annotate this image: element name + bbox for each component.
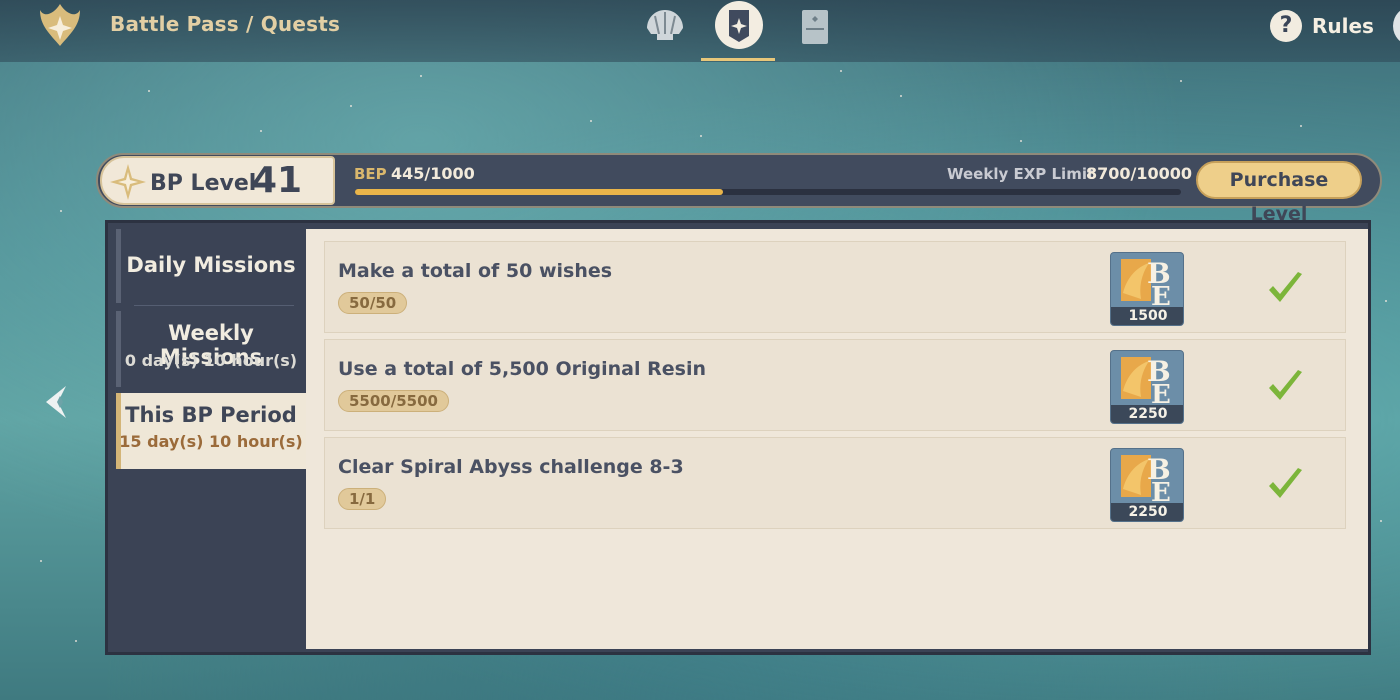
quest-row: Clear Spiral Abyss challenge 8-3 1/1 B E… (324, 437, 1346, 529)
purchase-level-button[interactable]: Purchase Level (1196, 161, 1362, 225)
reward-amount: 2250 (1111, 405, 1183, 423)
quest-title: Clear Spiral Abyss challenge 8-3 (338, 456, 684, 478)
tab-bp-period-timer: 15 day(s) 10 hour(s) (119, 432, 303, 451)
bp-exp-reward[interactable]: B E 1500 (1110, 252, 1184, 326)
battle-pass-emblem-icon (40, 4, 80, 46)
bp-header: BP Level 41 BEP 445/1000 Weekly EXP Limi… (96, 153, 1382, 225)
mission-sidebar: Daily Missions Weekly Missions 0 day(s) … (116, 229, 306, 649)
rules-label: Rules (1312, 14, 1374, 38)
quest-list: Make a total of 50 wishes 50/50 B E 1500… (306, 229, 1368, 649)
profile-avatar[interactable] (1393, 6, 1400, 46)
card-icon[interactable] (794, 4, 838, 48)
checkmark-icon (1269, 468, 1302, 498)
top-bar: Battle Pass / Quests ? Rules (0, 0, 1400, 62)
shell-icon[interactable] (643, 4, 687, 48)
weekly-exp-label: Weekly EXP Limit (947, 165, 1095, 183)
bp-level-box: BP Level 41 (100, 156, 335, 205)
quest-panel: Daily Missions Weekly Missions 0 day(s) … (105, 220, 1371, 655)
quest-title: Use a total of 5,500 Original Resin (338, 358, 706, 380)
quest-row: Make a total of 50 wishes 50/50 B E 1500 (324, 241, 1346, 333)
tab-bp-period[interactable]: This BP Period 15 day(s) 10 hour(s) (116, 393, 306, 469)
back-arrow-icon[interactable] (40, 382, 72, 422)
bp-level-value: 41 (252, 160, 303, 201)
bep-progress-fill (355, 189, 723, 195)
quest-row: Use a total of 5,500 Original Resin 5500… (324, 339, 1346, 431)
bp-exp-reward[interactable]: B E 2250 (1110, 350, 1184, 424)
sidebar-divider (134, 305, 294, 306)
svg-text:E: E (1151, 282, 1171, 309)
active-tab-indicator (701, 58, 775, 61)
tab-bp-period-label: This BP Period (125, 403, 297, 427)
quest-title: Make a total of 50 wishes (338, 260, 613, 282)
bep-progress-bar (355, 189, 1181, 195)
bep-value: 445/1000 (391, 164, 475, 183)
tab-daily-label: Daily Missions (126, 253, 296, 277)
checkmark-icon (1269, 370, 1302, 400)
tab-weekly-missions[interactable]: Weekly Missions 0 day(s) 10 hour(s) (116, 311, 306, 387)
breadcrumb: Battle Pass / Quests (110, 12, 341, 36)
bp-star-icon (110, 164, 146, 200)
bp-exp-reward-icon: B E (1121, 453, 1171, 508)
svg-text:E: E (1151, 380, 1171, 407)
reward-amount: 2250 (1111, 503, 1183, 521)
bp-exp-reward-icon: B E (1121, 257, 1171, 312)
reward-amount: 1500 (1111, 307, 1183, 325)
bep-label: BEP (354, 165, 387, 183)
quest-progress-badge: 1/1 (338, 488, 387, 510)
help-icon: ? (1270, 10, 1302, 42)
bp-level-label: BP Level (150, 171, 257, 196)
tab-daily-missions[interactable]: Daily Missions (116, 229, 306, 303)
svg-text:E: E (1151, 478, 1171, 505)
weekly-exp-value: 8700/10000 (1086, 164, 1193, 183)
tab-weekly-timer: 0 day(s) 10 hour(s) (124, 351, 298, 370)
checkmark-icon (1269, 272, 1302, 302)
quest-banner-icon[interactable] (714, 0, 764, 50)
bp-exp-reward[interactable]: B E 2250 (1110, 448, 1184, 522)
quest-progress-badge: 5500/5500 (338, 390, 449, 412)
rules-button[interactable]: ? Rules (1270, 8, 1374, 44)
quest-progress-badge: 50/50 (338, 292, 408, 314)
bp-exp-reward-icon: B E (1121, 355, 1171, 410)
